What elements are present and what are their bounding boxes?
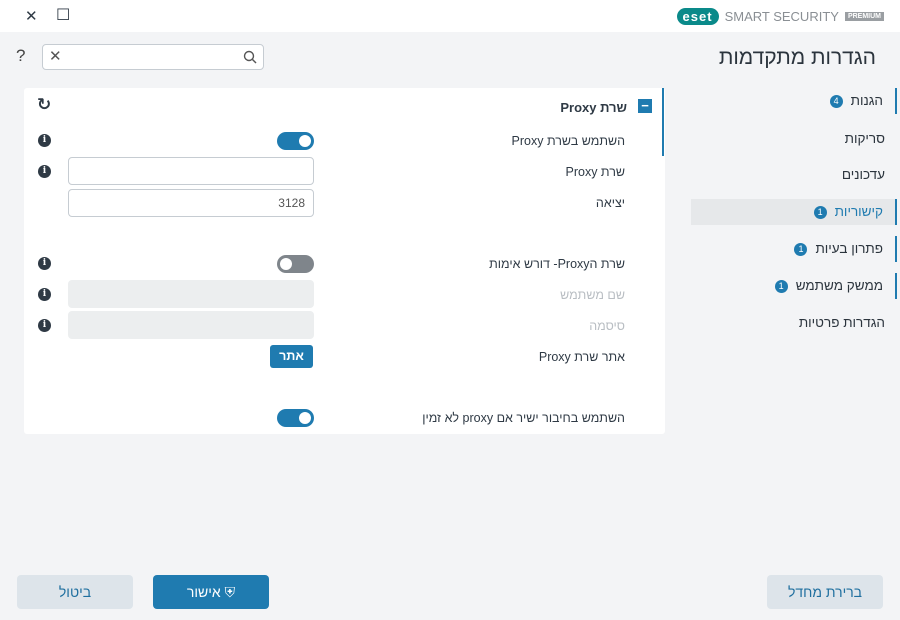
info-icon[interactable]: i [38,288,51,301]
eset-logo: eset SMART SECURITY PREMIUM [676,8,884,25]
direct-connection-toggle[interactable] [277,409,314,427]
ok-label: אישור [186,584,221,600]
use-proxy-toggle[interactable] [277,132,314,150]
username-input[interactable] [68,280,314,308]
detect-button[interactable]: אתר [270,345,313,368]
port-input[interactable]: 3128 [68,189,314,217]
info-icon[interactable]: i [38,319,51,332]
username-label: שם משתמש [560,288,625,302]
proxy-server-label: שרת Proxy [565,165,626,179]
maximize-button[interactable]: ☐ [56,5,70,25]
sidebar-item-connectivity[interactable]: קישוריות1 [691,199,897,225]
direct-connection-label: השתמש בחיבור ישיר אם proxy לא זמין [422,411,625,425]
help-icon[interactable]: ? [16,46,25,66]
count-badge: 1 [813,205,827,219]
search-icon[interactable] [243,50,257,64]
page-title: הגדרות מתקדמות [718,46,876,69]
shield-icon: ⛨ [224,584,236,600]
password-label: סיסמה [589,319,625,333]
count-badge: 1 [794,242,808,256]
clear-icon[interactable]: ✕ [49,47,62,65]
eset-logo-mark: eset [676,8,719,25]
auth-toggle[interactable] [277,255,314,273]
search-input[interactable]: ✕ [42,44,264,70]
sidebar-item-privacy[interactable]: הגדרות פרטיות [691,310,897,336]
count-badge: 1 [774,279,788,293]
port-label: יציאה [595,196,625,210]
auth-label: שרת הProxy- דורש אימות [489,257,625,271]
detect-label: אתר שרת Proxy [538,350,625,364]
close-button[interactable]: ✕ [25,7,38,25]
sidebar-item-updates[interactable]: עדכונים [691,162,897,188]
password-input[interactable] [68,311,314,339]
product-name: SMART SECURITY [724,9,839,24]
sidebar-item-protections[interactable]: הגנות4 [691,88,897,114]
cancel-button[interactable]: ביטול [17,575,133,609]
count-badge: 4 [829,94,843,108]
edition-badge: PREMIUM [844,12,884,21]
revert-icon[interactable]: ↻ [37,95,51,115]
sidebar-item-user-interface[interactable]: ממשק משתמש1 [691,273,897,299]
proxy-server-input[interactable] [68,157,314,185]
sidebar-item-troubleshooting[interactable]: פתרון בעיות1 [691,236,897,262]
collapse-icon[interactable]: − [638,99,652,113]
info-icon[interactable]: i [38,257,51,270]
default-button[interactable]: ברירת מחדל [767,575,883,609]
sidebar-item-scans[interactable]: סריקות [691,126,897,152]
scroll-indicator[interactable] [662,88,664,156]
ok-button[interactable]: אישור ⛨ [153,575,269,609]
info-icon[interactable]: i [38,165,51,178]
section-title: שרת Proxy [560,100,627,115]
info-icon[interactable]: i [38,134,51,147]
use-proxy-label: השתמש בשרת Proxy [511,134,625,148]
